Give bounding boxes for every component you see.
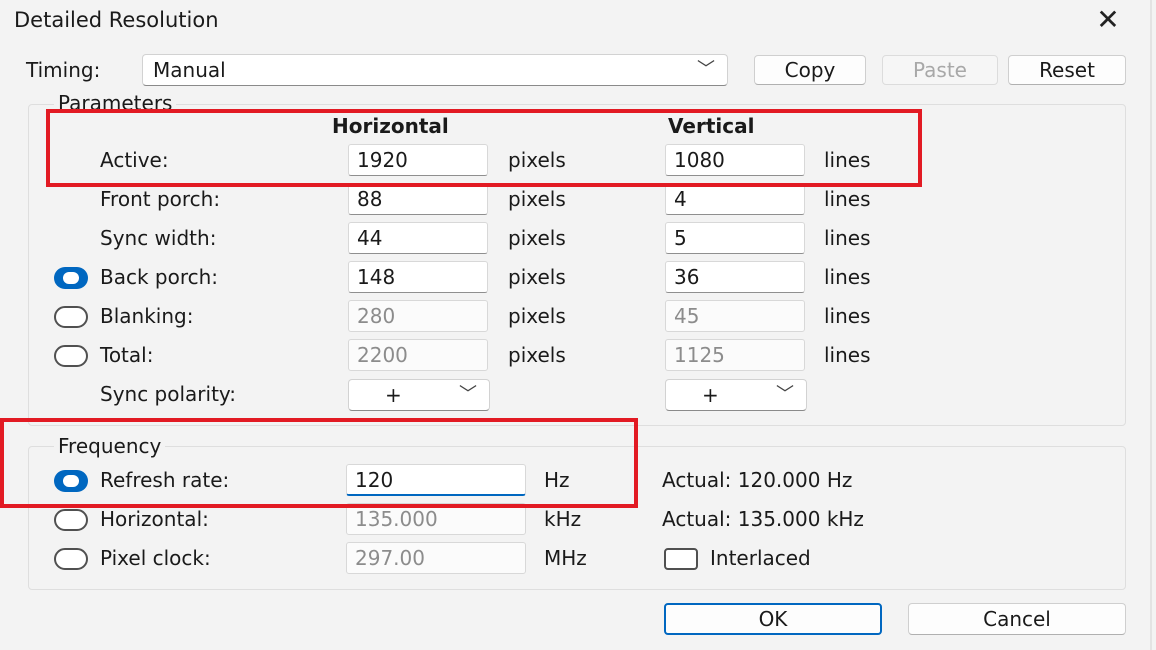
total-vertical-input xyxy=(665,339,805,371)
blanking-v-unit: lines xyxy=(824,304,871,328)
sync-width-v-unit: lines xyxy=(824,226,871,250)
chevron-down-icon: ﹀ xyxy=(459,384,477,405)
sync-width-horizontal-input[interactable] xyxy=(348,222,488,254)
refresh-rate-actual: Actual: 120.000 Hz xyxy=(662,468,853,492)
front-porch-horizontal-input[interactable] xyxy=(348,183,488,215)
blanking-radio[interactable] xyxy=(54,306,88,328)
sync-polarity-vertical-dropdown[interactable]: + ﹀ xyxy=(665,379,807,411)
interlaced-label: Interlaced xyxy=(710,546,811,570)
front-porch-label: Front porch: xyxy=(100,187,221,211)
cancel-button[interactable]: Cancel xyxy=(908,603,1126,635)
horizontal-frequency-unit: kHz xyxy=(544,507,582,531)
blanking-horizontal-input xyxy=(348,300,488,332)
total-h-unit: pixels xyxy=(508,343,566,367)
back-porch-radio[interactable] xyxy=(54,267,88,289)
paste-button[interactable]: Paste xyxy=(882,55,998,85)
blanking-vertical-input xyxy=(665,300,805,332)
window-edge xyxy=(1150,0,1152,650)
sync-width-h-unit: pixels xyxy=(508,226,566,250)
blanking-label: Blanking: xyxy=(100,304,194,328)
timing-value: Manual xyxy=(153,58,226,82)
sync-polarity-label: Sync polarity: xyxy=(100,382,237,406)
sync-polarity-vertical-value: + xyxy=(702,383,719,407)
timing-label: Timing: xyxy=(26,58,101,82)
horizontal-frequency-radio[interactable] xyxy=(54,509,88,531)
sync-polarity-horizontal-dropdown[interactable]: + ﹀ xyxy=(348,379,490,411)
total-label: Total: xyxy=(100,343,154,367)
back-porch-v-unit: lines xyxy=(824,265,871,289)
ok-button[interactable]: OK xyxy=(664,603,882,635)
sync-width-label: Sync width: xyxy=(100,226,217,250)
chevron-down-icon: ﹀ xyxy=(697,59,715,80)
sync-width-vertical-input[interactable] xyxy=(665,222,805,254)
copy-button[interactable]: Copy xyxy=(754,55,866,85)
total-v-unit: lines xyxy=(824,343,871,367)
horizontal-frequency-label: Horizontal: xyxy=(100,507,209,531)
close-icon[interactable]: ✕ xyxy=(1088,4,1128,36)
front-porch-vertical-input[interactable] xyxy=(665,183,805,215)
pixel-clock-unit: MHz xyxy=(544,546,587,570)
highlight-box-active-row xyxy=(46,109,922,187)
interlaced-checkbox[interactable] xyxy=(664,548,698,570)
horizontal-frequency-actual: Actual: 135.000 kHz xyxy=(662,507,864,531)
reset-button[interactable]: Reset xyxy=(1008,55,1126,85)
pixel-clock-radio[interactable] xyxy=(54,548,88,570)
back-porch-label: Back porch: xyxy=(100,265,219,289)
front-porch-h-unit: pixels xyxy=(508,187,566,211)
total-radio[interactable] xyxy=(54,345,88,367)
highlight-box-refresh-rate xyxy=(0,418,638,508)
pixel-clock-label: Pixel clock: xyxy=(100,546,211,570)
sync-polarity-horizontal-value: + xyxy=(385,383,402,407)
total-horizontal-input xyxy=(348,339,488,371)
window-title: Detailed Resolution xyxy=(14,8,219,32)
blanking-h-unit: pixels xyxy=(508,304,566,328)
chevron-down-icon: ﹀ xyxy=(776,384,794,405)
front-porch-v-unit: lines xyxy=(824,187,871,211)
back-porch-horizontal-input[interactable] xyxy=(348,261,488,293)
back-porch-h-unit: pixels xyxy=(508,265,566,289)
timing-dropdown[interactable]: Manual ﹀ xyxy=(142,54,728,86)
back-porch-vertical-input[interactable] xyxy=(665,261,805,293)
pixel-clock-input xyxy=(346,542,526,574)
